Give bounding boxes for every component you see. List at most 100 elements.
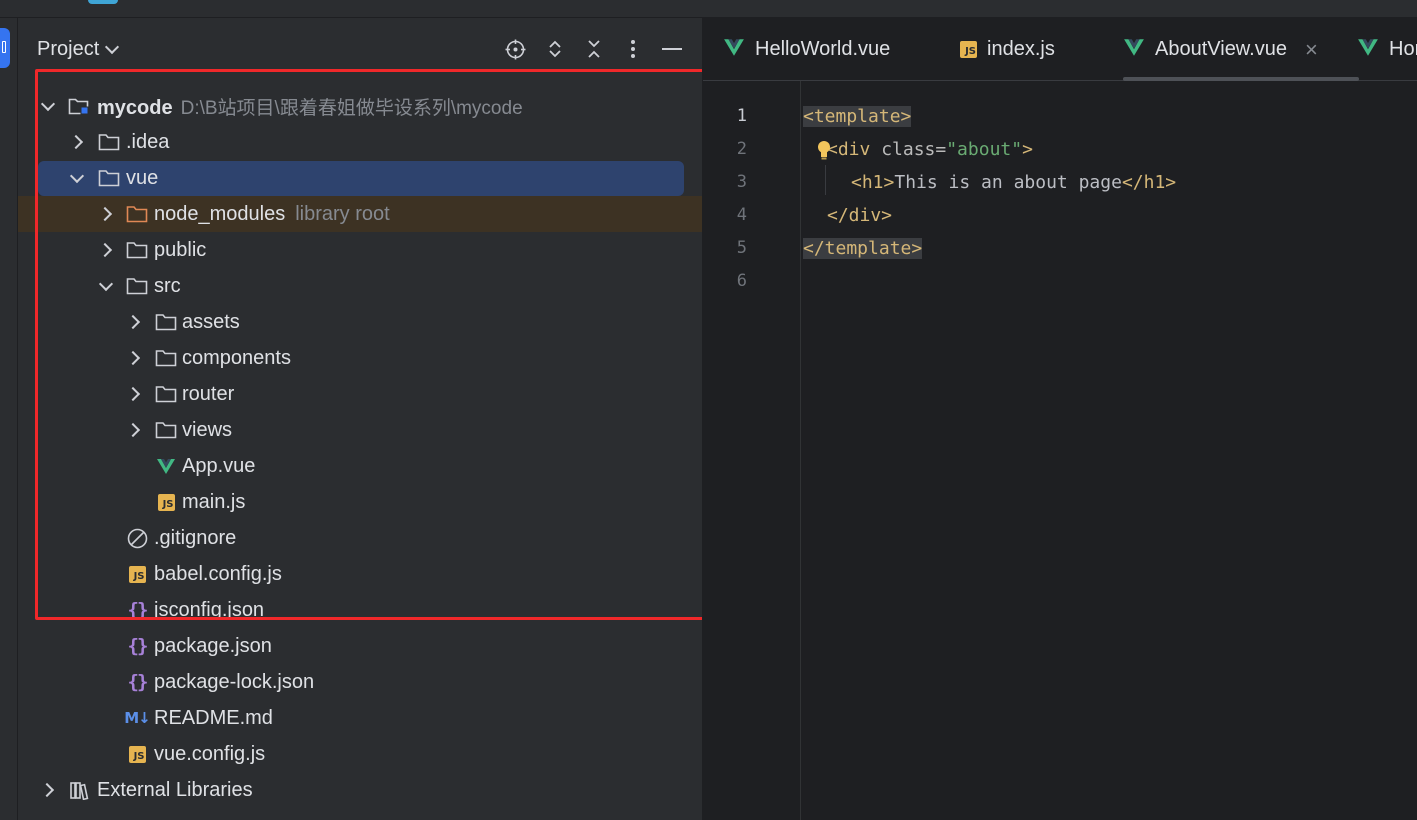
chevron-right-icon[interactable] (126, 386, 142, 402)
chevron-down-icon[interactable] (98, 278, 114, 294)
tree-item-app-vue[interactable]: App.vue (18, 448, 702, 484)
tree-item-label: router (182, 382, 235, 405)
expand-all-icon[interactable] (544, 38, 565, 60)
left-tool-stripe (0, 18, 18, 820)
tree-item-label: README.md (154, 706, 273, 729)
js-file-icon: JS (960, 41, 977, 58)
code-tag: <h1> (851, 172, 895, 193)
code-line-2: <div class= "about" > (818, 133, 1033, 166)
chevron-down-icon (105, 39, 120, 54)
folder-icon (155, 347, 177, 369)
tree-item-components[interactable]: components (18, 340, 702, 376)
line-number: 1 (736, 106, 747, 126)
tree-item-mycode[interactable]: mycode D:\B站项目\跟着春姐做毕设系列\mycode (18, 88, 702, 124)
tab-label: Hor (1389, 38, 1417, 60)
tree-item-readme[interactable]: M↓ README.md (18, 700, 702, 736)
code-tag: </div> (827, 205, 893, 226)
library-root-hint: library root (295, 202, 390, 225)
tree-item-assets[interactable]: assets (18, 304, 702, 340)
folder-icon (155, 419, 177, 441)
title-bar-accent (88, 0, 118, 4)
tree-item-jsconfig[interactable]: {} jsconfig.json (18, 592, 702, 628)
tree-item-public[interactable]: public (18, 232, 702, 268)
tree-item-label: App.vue (182, 454, 256, 477)
tree-item-external-libraries[interactable]: External Libraries (18, 772, 702, 808)
tree-item-vue-config[interactable]: JS vue.config.js (18, 736, 702, 772)
project-tool-window-button[interactable] (0, 28, 10, 68)
collapse-all-icon[interactable] (583, 38, 604, 60)
code-line-4: </div> (827, 199, 892, 232)
tree-item-package-lock[interactable]: {} package-lock.json (18, 664, 702, 700)
json-file-icon: {} (127, 671, 149, 693)
more-options-icon[interactable] (622, 38, 643, 60)
tree-item-label: views (182, 418, 233, 441)
tree-item-main-js[interactable]: JS main.js (18, 484, 702, 520)
chevron-right-icon[interactable] (98, 206, 114, 222)
code-tag: </h1> (1121, 172, 1177, 193)
tree-item-router[interactable]: router (18, 376, 702, 412)
chevron-down-icon[interactable] (69, 170, 85, 186)
tree-item-idea[interactable]: .idea (18, 124, 702, 160)
vue-file-icon (1357, 37, 1379, 63)
project-panel: Project mycode D:\B站项目\跟着春姐做毕设系列\mycode … (18, 18, 702, 820)
js-file-icon: JS (126, 563, 148, 585)
json-file-icon: {} (127, 599, 149, 621)
js-file-icon: JS (155, 491, 177, 513)
tree-item-label: node_modules (154, 202, 286, 225)
library-folder-icon (126, 203, 148, 225)
folder-icon (126, 239, 148, 261)
tree-item-package-json[interactable]: {} package.json (18, 628, 702, 664)
line-number: 5 (736, 238, 747, 258)
code-tag: </template> (803, 238, 923, 259)
code-line-1: <template> (803, 100, 912, 133)
chevron-right-icon[interactable] (126, 422, 142, 438)
tab-helloworld-vue[interactable]: HelloWorld.vue (723, 18, 890, 81)
chevron-right-icon[interactable] (126, 314, 142, 330)
chevron-down-icon[interactable] (40, 98, 56, 114)
tree-item-label: components (182, 346, 291, 369)
code-line-3: <h1> This is an about page </h1> (851, 166, 1176, 199)
close-icon[interactable]: × (1305, 37, 1318, 63)
tab-index-js[interactable]: JS index.js (960, 18, 1055, 81)
chevron-right-icon[interactable] (98, 242, 114, 258)
tree-item-label: babel.config.js (154, 562, 282, 585)
lightbulb-icon[interactable] (817, 140, 831, 160)
project-view-selector[interactable]: Project (37, 38, 120, 61)
code-line-5: </template> (803, 232, 923, 265)
chevron-right-icon[interactable] (69, 134, 85, 150)
project-path: D:\B站项目\跟着春姐做毕设系列\mycode (180, 97, 523, 119)
line-number: 2 (736, 139, 747, 159)
tree-item-label: jsconfig.json (154, 598, 265, 621)
tree-item-label: .gitignore (154, 526, 237, 549)
minimize-icon[interactable] (661, 38, 682, 60)
folder-icon (98, 131, 120, 153)
tree-item-node-modules[interactable]: node_modules library root (18, 196, 702, 232)
tab-label: HelloWorld.vue (755, 38, 891, 60)
code-tag: > (1022, 139, 1033, 160)
tree-item-babel-config[interactable]: JS babel.config.js (18, 556, 702, 592)
project-tree: mycode D:\B站项目\跟着春姐做毕设系列\mycode .idea vue (18, 88, 702, 808)
line-number: 3 (736, 172, 747, 192)
locate-icon[interactable] (505, 38, 526, 60)
markdown-file-icon: M↓ (124, 709, 150, 727)
tree-item-gitignore[interactable]: .gitignore (18, 520, 702, 556)
code-attribute: class= (881, 139, 947, 160)
vue-file-icon (723, 37, 745, 63)
panel-actions (505, 38, 682, 60)
tree-item-vue[interactable]: vue (18, 160, 702, 196)
vue-file-icon (155, 455, 177, 477)
line-number: 6 (736, 271, 747, 291)
tab-aboutview-vue[interactable]: AboutView.vue × (1123, 18, 1359, 81)
chevron-right-icon[interactable] (126, 350, 142, 366)
project-tool-icon (2, 41, 6, 53)
tree-item-views[interactable]: views (18, 412, 702, 448)
tab-label: AboutView.vue (1155, 38, 1287, 60)
tab-home-vue[interactable]: Hor (1357, 18, 1417, 81)
tree-item-src[interactable]: src (18, 268, 702, 304)
chevron-right-icon[interactable] (40, 782, 56, 798)
line-number: 4 (736, 205, 747, 225)
json-file-icon: {} (127, 635, 149, 657)
line-number-gutter: 1 2 3 4 5 6 (703, 81, 801, 820)
folder-icon (155, 311, 177, 333)
folder-icon (155, 383, 177, 405)
